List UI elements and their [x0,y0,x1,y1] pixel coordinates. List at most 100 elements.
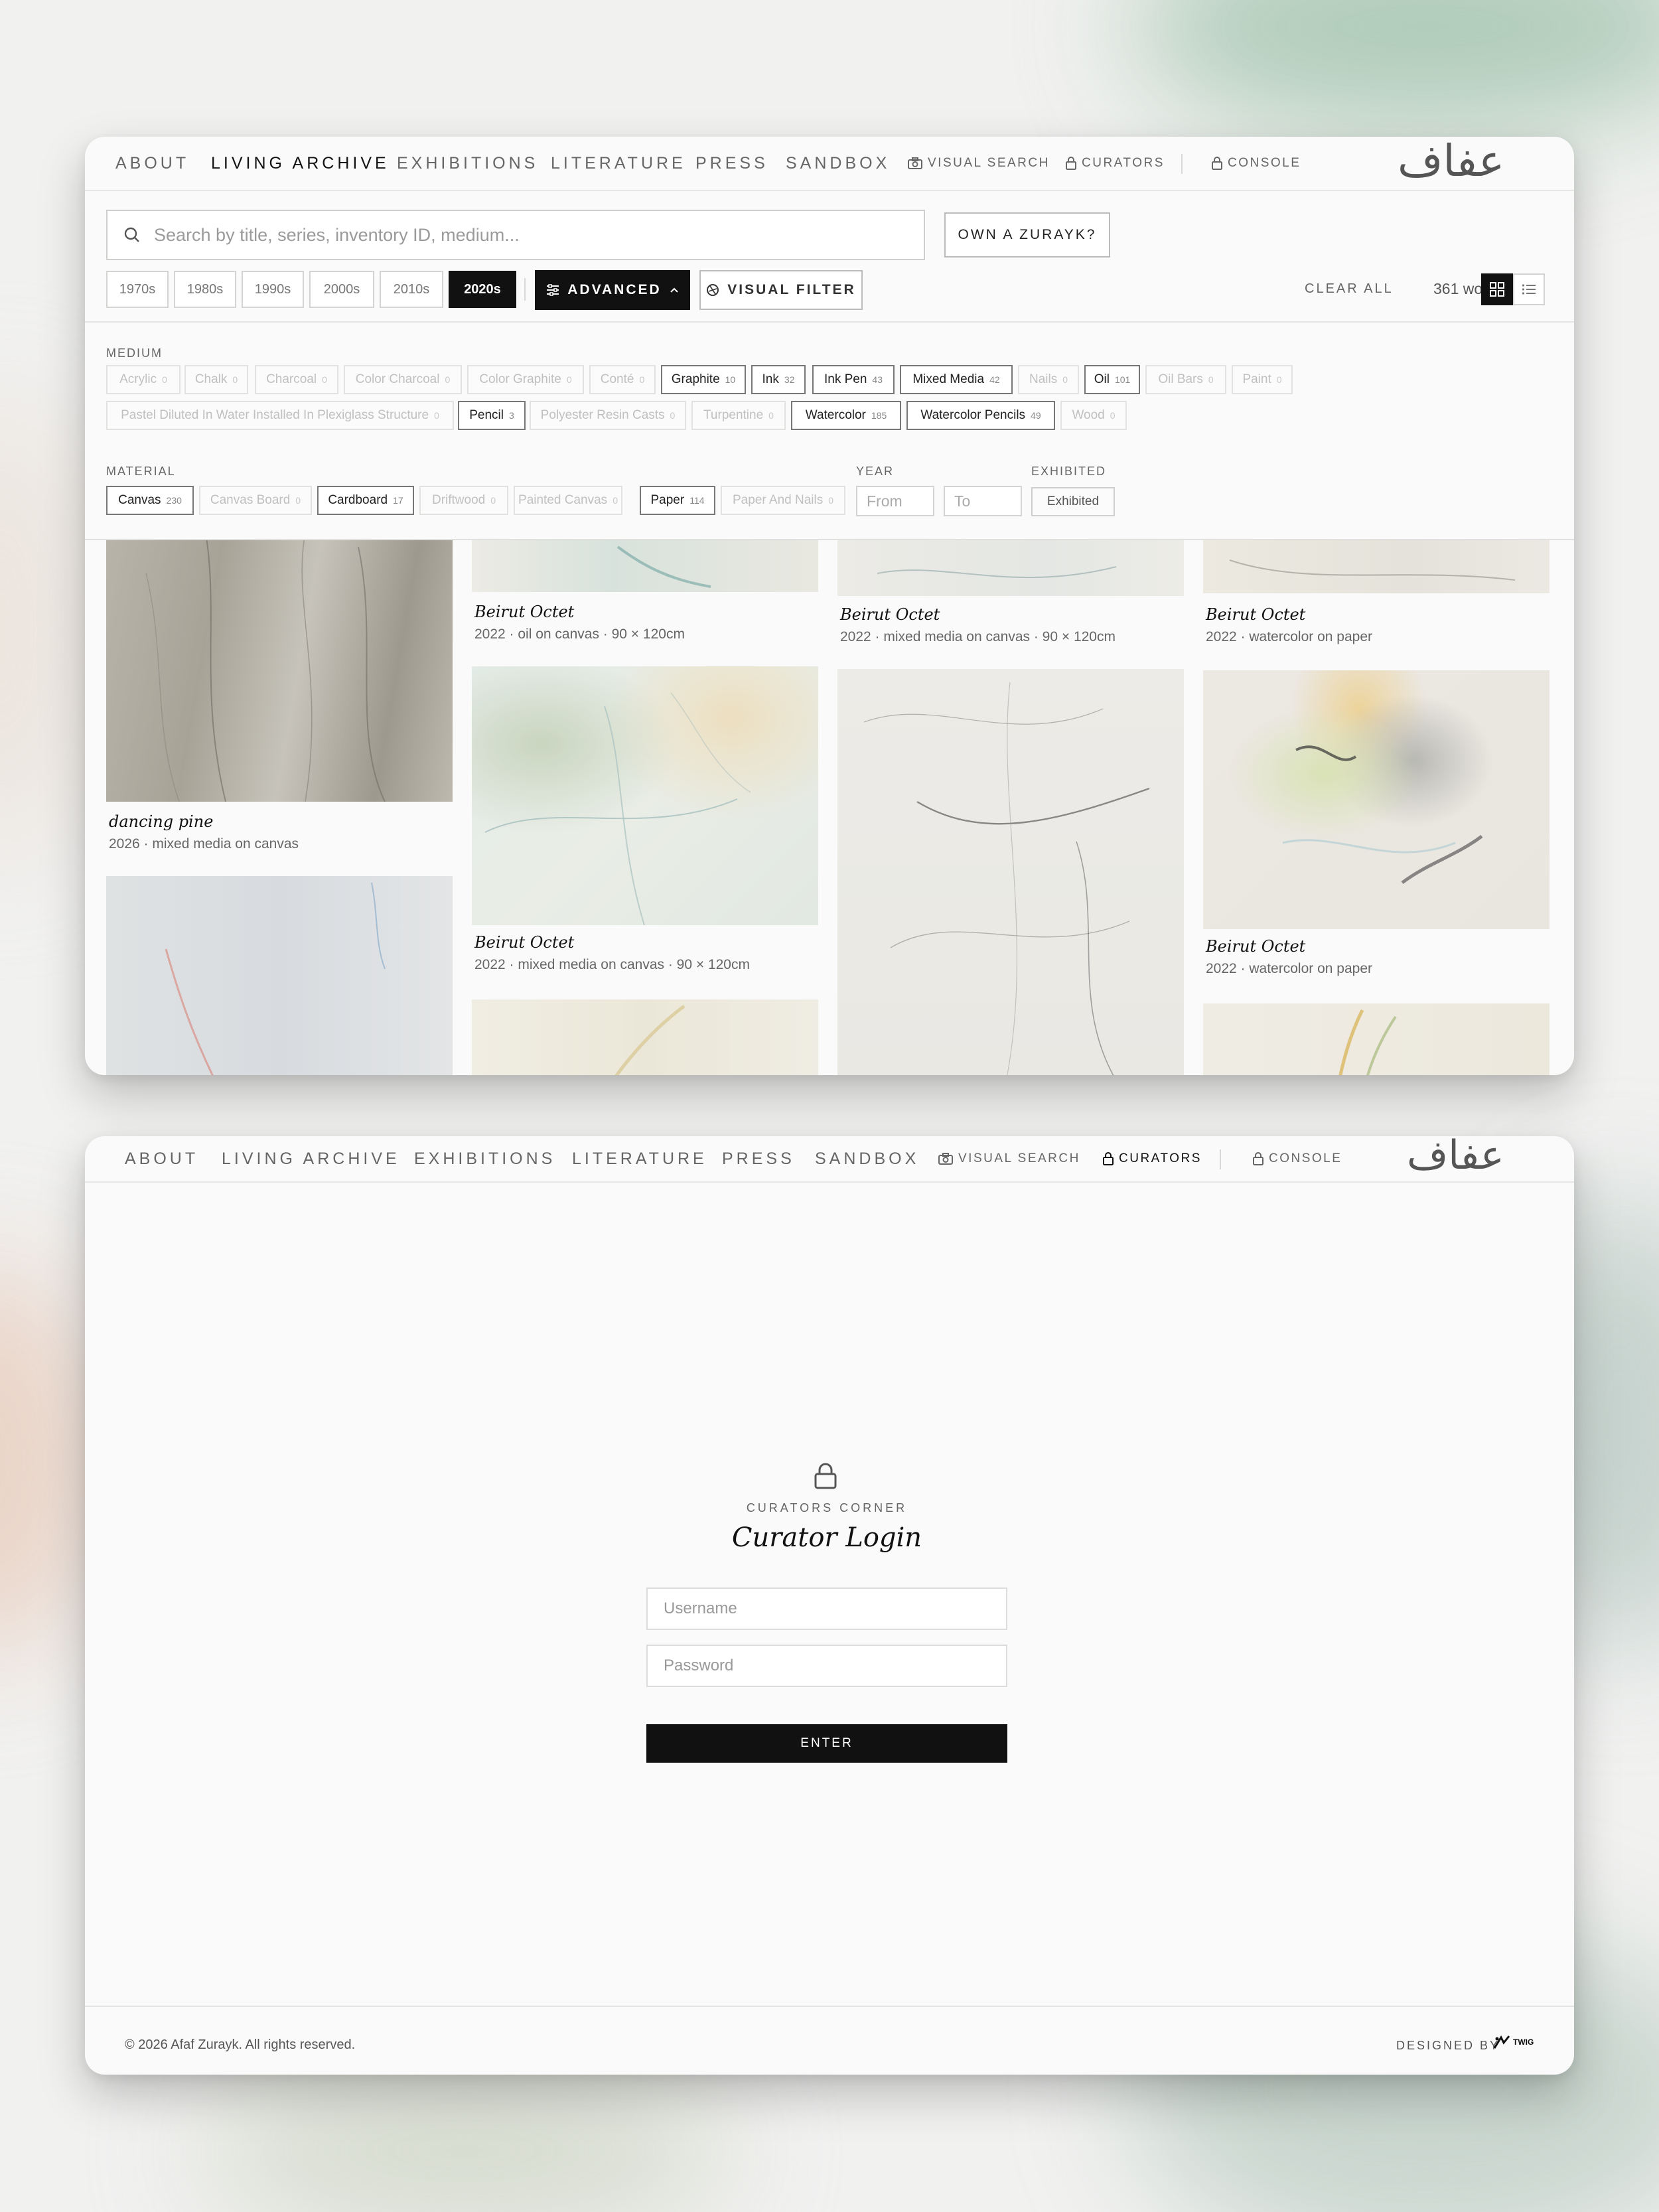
chip-count: 3 [508,410,514,421]
chip-label: Watercolor [805,408,866,422]
medium-chip-mixed-media[interactable]: Mixed Media 42 [900,365,1013,394]
material-chip-painted-canvas[interactable]: Painted Canvas 0 [514,486,622,515]
artwork-title[interactable]: Beirut Octet [474,933,574,952]
console-label: CONSOLE [1269,1151,1342,1165]
decade-2010s[interactable]: 2010s [380,271,443,308]
artwork-title[interactable]: Beirut Octet [474,603,574,621]
exhibited-toggle[interactable]: Exhibited [1031,487,1115,516]
advanced-button[interactable]: ADVANCED [535,270,690,310]
designer-logo[interactable]: TWIG [1493,2033,1534,2051]
nav-sandbox[interactable]: Sandbox [786,154,890,173]
nav-visual-search[interactable]: VISUAL SEARCH [938,1151,1080,1166]
medium-chip-graphite[interactable]: Graphite 10 [661,365,746,394]
medium-chip-color-charcoal[interactable]: Color Charcoal 0 [344,365,462,394]
medium-chip-cont-[interactable]: Conté 0 [589,365,656,394]
year-label: YEAR [856,465,895,478]
nav-exhibitions[interactable]: Exhibitions [414,1149,555,1169]
clear-all-button[interactable]: CLEAR ALL [1305,281,1394,297]
material-chip-driftwood[interactable]: Driftwood 0 [419,486,508,515]
artwork-image[interactable] [837,540,1184,596]
medium-chip-ink[interactable]: Ink 32 [751,365,806,394]
nav-living-archive[interactable]: Living Archive [211,154,390,173]
artwork-strokes [877,566,1117,579]
material-chip-canvas[interactable]: Canvas 230 [106,486,194,515]
medium-chip-oil-bars[interactable]: Oil Bars 0 [1145,365,1226,394]
nav-visual-search[interactable]: VISUAL SEARCH [908,156,1050,171]
artwork-image[interactable] [472,999,818,1075]
medium-chip-watercolor[interactable]: Watercolor 185 [791,401,901,430]
artwork-image[interactable] [1203,540,1550,593]
password-field[interactable]: Password [646,1645,1007,1687]
advanced-filters-panel: MEDIUM Acrylic 0 Chalk 0 Charcoal 0 Color Char… [85,321,1574,540]
year-to-input[interactable]: To [944,486,1022,516]
material-chip-canvas-board[interactable]: Canvas Board 0 [199,486,312,515]
artwork-title[interactable]: Beirut Octet [1206,937,1305,956]
enter-button[interactable]: ENTER [646,1724,1007,1763]
material-chip-cardboard[interactable]: Cardboard 17 [317,486,414,515]
medium-chip-color-graphite[interactable]: Color Graphite 0 [467,365,584,394]
nav-about[interactable]: About [125,1149,198,1169]
decade-2000s[interactable]: 2000s [309,271,374,308]
search-icon [124,227,139,242]
artwork-image[interactable] [1203,1003,1550,1075]
artwork-image[interactable] [106,540,453,802]
nav-press[interactable]: Press [722,1149,795,1169]
material-chip-paper-and-nails[interactable]: Paper And Nails 0 [721,486,845,515]
list-view-button[interactable] [1513,273,1545,305]
artwork-image[interactable] [472,540,818,592]
search-input[interactable]: Search by title, series, inventory ID, m… [106,210,925,260]
nav-curators[interactable]: CURATORS [1066,156,1165,171]
nav-curators[interactable]: CURATORS [1103,1151,1202,1166]
medium-chip-turpentine[interactable]: Turpentine 0 [691,401,786,430]
own-a-zurayk-button[interactable]: OWN A ZURAYK? [944,212,1110,258]
artwork-title[interactable]: Beirut Octet [1206,605,1305,624]
medium-chip-acrylic[interactable]: Acrylic 0 [106,365,180,394]
decade-1970s[interactable]: 1970s [106,271,169,308]
artwork-image[interactable] [106,876,453,1075]
nav-console[interactable]: CONSOLE [1253,1151,1342,1166]
site-logo[interactable]: عفاف [1407,1136,1504,1179]
nav-living-archive[interactable]: Living Archive [222,1149,400,1169]
artwork-title[interactable]: Beirut Octet [840,605,940,624]
medium-chip-pastel-diluted-in-water-installed-in-plexiglass-structure[interactable]: Pastel Diluted In Water Installed In Ple… [106,401,454,430]
nav-console[interactable]: CONSOLE [1212,156,1301,171]
medium-chip-polyester-resin-casts[interactable]: Polyester Resin Casts 0 [530,401,686,430]
site-logo[interactable]: عفاف [1398,137,1504,186]
medium-chip-chalk[interactable]: Chalk 0 [184,365,248,394]
artwork-strokes [616,546,711,588]
artwork-title[interactable]: dancing pine [109,812,213,831]
year-from-input[interactable]: From [856,486,934,516]
medium-chip-wood[interactable]: Wood 0 [1060,401,1127,430]
artwork-image[interactable] [837,669,1184,1075]
decade-1980s[interactable]: 1980s [174,271,236,308]
chip-count: 0 [1110,410,1116,421]
artwork-image[interactable] [472,666,818,925]
artwork-strokes [1338,1009,1397,1075]
chip-label: Polyester Resin Casts [540,408,665,422]
chip-label: Painted Canvas [518,493,608,507]
nav-about[interactable]: About [115,154,189,173]
material-chip-paper[interactable]: Paper 114 [640,486,715,515]
medium-chip-nails[interactable]: Nails 0 [1018,365,1079,394]
nav-literature[interactable]: Literature [551,154,686,173]
nav-sandbox[interactable]: Sandbox [815,1149,919,1169]
nav-press[interactable]: Press [695,154,768,173]
medium-chip-charcoal[interactable]: Charcoal 0 [255,365,338,394]
material-label: MATERIAL [106,465,176,478]
nav-exhibitions[interactable]: Exhibitions [397,154,538,173]
decade-1990s[interactable]: 1990s [242,271,304,308]
medium-chip-paint[interactable]: Paint 0 [1232,365,1293,394]
username-field[interactable]: Username [646,1587,1007,1630]
visual-filter-button[interactable]: VISUAL FILTER [699,270,863,310]
medium-chip-pencil[interactable]: Pencil 3 [458,401,526,430]
medium-chip-oil[interactable]: Oil 101 [1084,365,1140,394]
decade-2020s[interactable]: 2020s [449,271,516,308]
medium-chip-ink-pen[interactable]: Ink Pen 43 [812,365,895,394]
grid-view-button[interactable] [1481,273,1513,305]
login-eyebrow: CURATORS CORNER [746,1501,908,1514]
nav-literature[interactable]: Literature [572,1149,707,1169]
nav-divider [1220,1149,1221,1169]
artwork-image[interactable] [1203,670,1550,929]
medium-chip-watercolor-pencils[interactable]: Watercolor Pencils 49 [906,401,1055,430]
chip-label: Turpentine [703,408,764,422]
